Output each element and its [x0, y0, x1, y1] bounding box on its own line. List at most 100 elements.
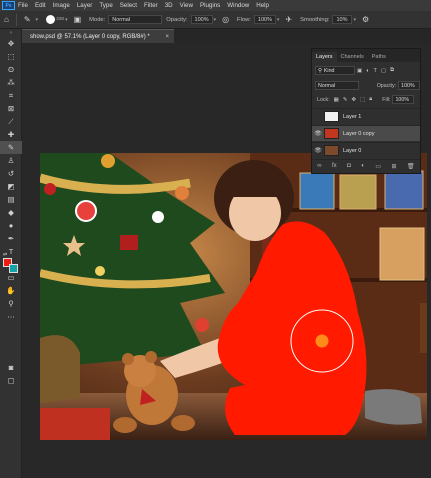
lock-artboard-icon[interactable]: ⬚ — [360, 97, 365, 103]
move-tool-icon[interactable]: ✥ — [0, 37, 22, 50]
menu-file[interactable]: File — [18, 2, 28, 9]
new-layer-icon[interactable]: ⊞ — [392, 163, 397, 170]
menu-type[interactable]: Type — [99, 2, 112, 9]
pressure-opacity-icon[interactable]: ◎ — [222, 15, 229, 24]
lock-row: Lock: ▦ ✎ ✥ ⬚ 🔒︎ Fill: 100% — [312, 95, 420, 104]
zoom-tool-icon[interactable]: ⚲ — [0, 297, 22, 310]
mode-select[interactable]: Normal — [108, 15, 163, 24]
lasso-tool-icon[interactable]: ʘ — [0, 63, 22, 76]
layer-opacity-field[interactable]: 100% — [398, 81, 420, 90]
menu-3d[interactable]: 3D — [165, 2, 173, 9]
clone-stamp-tool-icon[interactable]: ♙ — [0, 154, 22, 167]
book — [299, 172, 335, 210]
eyedropper-tool-icon[interactable]: ⟋ — [0, 115, 22, 128]
tab-layers[interactable]: Layers — [312, 52, 337, 62]
gear-icon[interactable]: ⚙ — [362, 15, 369, 24]
layer-row-selected[interactable]: 👁︎ Layer 0 copy — [312, 125, 420, 141]
lock-position-icon[interactable]: ✥ — [351, 97, 356, 103]
layer-row[interactable]: Layer 1 — [312, 108, 420, 124]
tab-paths[interactable]: Paths — [368, 52, 390, 62]
pen-tool-icon[interactable]: ✒ — [0, 232, 22, 245]
gradient-tool-icon[interactable]: ▤ — [0, 193, 22, 206]
brush-preset-picker[interactable] — [46, 15, 56, 24]
chevron-down-icon[interactable]: ▾ — [65, 17, 68, 23]
hand-tool-icon[interactable]: ✋ — [0, 284, 22, 297]
menu-plugins[interactable]: Plugins — [200, 2, 220, 9]
tab-channels[interactable]: Channels — [337, 52, 368, 62]
opacity-field[interactable]: 100% — [190, 15, 213, 24]
ornament — [120, 235, 138, 250]
search-icon: ⚲ — [318, 67, 322, 74]
menu-image[interactable]: Image — [53, 2, 70, 9]
more-tools-icon[interactable]: ⋯ — [0, 310, 22, 323]
eye-icon[interactable]: 👁︎ — [312, 147, 324, 154]
filter-type-icon[interactable]: T — [374, 68, 377, 74]
chevron-down-icon[interactable]: ▾ — [214, 17, 217, 23]
blur-tool-icon[interactable]: ◆ — [0, 206, 22, 219]
menu-help[interactable]: Help — [256, 2, 269, 9]
teddy-bear-ear — [145, 351, 157, 363]
book — [384, 170, 424, 210]
marquee-tool-icon[interactable]: ⬚ — [0, 50, 22, 63]
lock-image-icon[interactable]: ✎ — [343, 97, 348, 103]
menu-filter[interactable]: Filter — [144, 2, 158, 9]
chevron-down-icon[interactable]: ▾ — [277, 17, 280, 23]
brush-settings-icon[interactable]: ▣ — [74, 15, 82, 24]
crop-tool-icon[interactable]: ⌗ — [0, 89, 22, 102]
filter-adjustment-icon[interactable]: ◐ — [366, 68, 369, 74]
quick-mask-icon[interactable]: ◙ — [0, 361, 22, 374]
filter-kind-select[interactable]: ⚲ Kind — [315, 66, 355, 75]
frame-tool-icon[interactable]: ⊠ — [0, 102, 22, 115]
layer-row[interactable]: 👁︎ Layer 0 — [312, 142, 420, 158]
layer-name: Layer 0 copy — [343, 130, 375, 137]
home-icon[interactable]: ⌂ — [4, 15, 9, 24]
menu-edit[interactable]: Edit — [35, 2, 46, 9]
filter-shape-icon[interactable]: ▢ — [381, 68, 386, 74]
filter-pixel-icon[interactable]: ▣ — [357, 68, 362, 74]
history-brush-tool-icon[interactable]: ↺ — [0, 167, 22, 180]
menu-select[interactable]: Select — [120, 2, 137, 9]
dodge-tool-icon[interactable]: ● — [0, 219, 22, 232]
brush-tool-icon[interactable]: ✎ — [24, 15, 31, 24]
collapse-icon[interactable]: » — [0, 29, 22, 37]
adjustment-icon[interactable]: ◐ — [361, 163, 365, 169]
lock-transparent-icon[interactable]: ▦ — [334, 97, 339, 103]
blend-mode-select[interactable]: Normal — [315, 81, 359, 90]
brush-tool-icon[interactable]: ✎ — [0, 141, 22, 154]
document-tab-title: show.psd @ 57.1% (Layer 0 copy, RGB/8#) … — [30, 33, 150, 40]
blend-mode-value: Normal — [318, 82, 336, 89]
fx-icon[interactable]: fx — [332, 163, 337, 169]
trash-icon[interactable]: 🗑︎ — [407, 163, 415, 170]
menu-window[interactable]: Window — [227, 2, 249, 9]
layer-name: Layer 1 — [343, 113, 362, 120]
background-color-swatch[interactable] — [9, 264, 18, 273]
mask-icon[interactable]: ◘ — [347, 163, 351, 169]
fill-field[interactable]: 100% — [392, 95, 415, 104]
smoothing-field[interactable]: 10% — [332, 15, 353, 24]
group-icon[interactable]: ▭ — [375, 163, 381, 170]
eraser-tool-icon[interactable]: ◩ — [0, 180, 22, 193]
chevron-down-icon[interactable]: ▾ — [36, 17, 39, 23]
link-icon[interactable]: ∞ — [317, 163, 321, 169]
menu-layer[interactable]: Layer — [77, 2, 92, 9]
document-canvas[interactable] — [40, 153, 427, 440]
smoothing-label: Smoothing: — [300, 16, 330, 23]
close-icon[interactable]: × — [165, 34, 169, 40]
quick-select-tool-icon[interactable]: ⁂ — [0, 76, 22, 89]
ornament — [175, 186, 189, 200]
flow-field[interactable]: 100% — [253, 15, 276, 24]
gift-box — [40, 408, 110, 440]
layer-thumbnail — [324, 111, 339, 122]
lock-all-icon[interactable]: 🔒︎ — [369, 96, 372, 103]
menu-view[interactable]: View — [180, 2, 193, 9]
healing-brush-tool-icon[interactable]: ✚ — [0, 128, 22, 141]
chevron-down-icon[interactable]: ▾ — [353, 17, 356, 23]
eye-icon[interactable]: 👁︎ — [312, 130, 324, 137]
brush-center-dot — [315, 334, 329, 348]
document-tab[interactable]: show.psd @ 57.1% (Layer 0 copy, RGB/8#) … — [22, 29, 174, 43]
airbrush-icon[interactable]: ✈ — [285, 15, 292, 24]
screen-mode-icon[interactable]: ▢ — [0, 374, 22, 387]
ornament — [75, 200, 97, 222]
filter-smart-object-icon[interactable]: ⧉ — [390, 67, 394, 74]
divider — [15, 13, 17, 26]
